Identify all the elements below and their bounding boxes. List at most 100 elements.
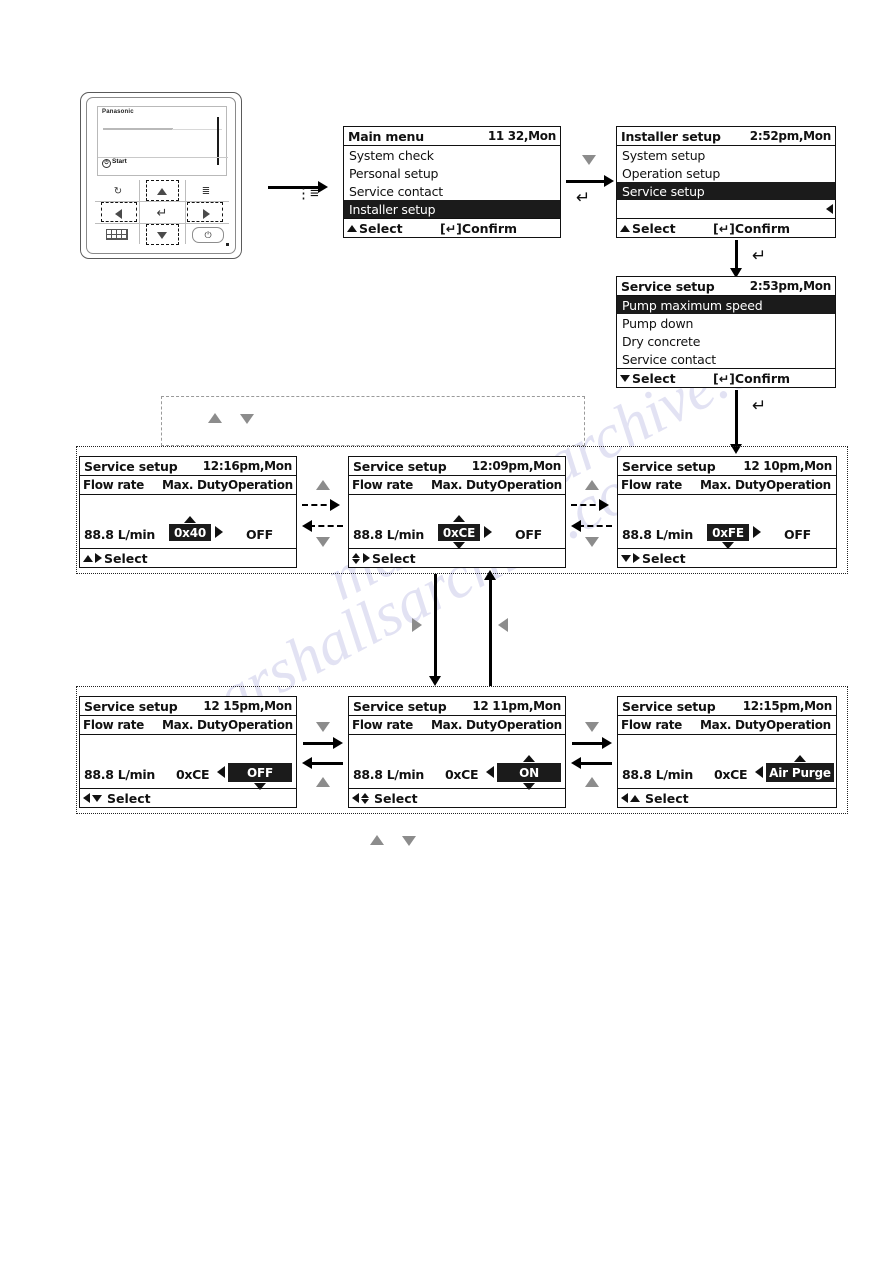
footer-up-arrow-icon — [83, 554, 93, 562]
duty-mid-title: Service setup — [353, 458, 447, 474]
legend-bottom-down-arrow-icon — [402, 836, 416, 846]
back-button[interactable]: ↻ — [107, 184, 129, 198]
main-menu-footer: Select [↵]Confirm — [344, 218, 560, 237]
duty-max-right-arrow-icon — [753, 526, 761, 538]
duty-mid-operation: OFF — [515, 527, 542, 542]
arrow-main-to-installer — [566, 180, 608, 183]
op-conn2-line-left — [578, 762, 612, 765]
duty-conn1-head-right — [330, 499, 340, 511]
col-flow-rate: Flow rate — [352, 478, 414, 492]
col-flow-rate: Flow rate — [621, 718, 683, 732]
duty-conn1-dn-icon — [316, 537, 330, 547]
op-off-footer-select: Select — [80, 791, 151, 806]
installer-item-2[interactable]: Service setup — [617, 182, 835, 200]
op-air-up-arrow-icon — [794, 755, 806, 762]
power-button[interactable]: ⏻ — [192, 227, 224, 243]
col-max-duty: Max. Duty — [431, 478, 497, 492]
col-operation: Operation — [228, 478, 293, 492]
op-conn2-head-right — [602, 737, 612, 749]
main-menu-item-3[interactable]: Installer setup — [344, 200, 560, 218]
op-conn2-dn-icon — [585, 722, 599, 732]
duty-max-footer: Select — [618, 548, 836, 567]
op-air-time: 12:15pm,Mon — [742, 699, 833, 713]
start-row: ⏻ Start — [98, 157, 228, 169]
duty-conn1-head-left — [302, 520, 312, 532]
duty-mid-right-arrow-icon — [484, 526, 492, 538]
grid-button[interactable] — [106, 229, 128, 240]
main-menu-item-2[interactable]: Service contact — [344, 182, 560, 200]
installer-item-0[interactable]: System setup — [617, 146, 835, 164]
col-max-duty: Max. Duty — [431, 718, 497, 732]
installer-time: 2:52pm,Mon — [749, 129, 832, 143]
service-menu-item-3[interactable]: Service contact — [617, 350, 835, 368]
op-off-operation-chip[interactable]: OFF — [228, 763, 292, 782]
footer-right-arrow-icon — [95, 553, 102, 563]
duty-min-max-duty-chip[interactable]: 0x40 — [169, 524, 211, 541]
brand-label: Panasonic — [102, 109, 134, 115]
op-on-values: 88.8 L/min 0xCE ON — [349, 735, 565, 793]
main-menu-time: 11 32,Mon — [487, 129, 556, 143]
arrow-remote-to-main-head — [318, 181, 328, 193]
op-on-footer-select: Select — [349, 791, 418, 806]
col-operation: Operation — [766, 718, 831, 732]
main-menu-item-1[interactable]: Personal setup — [344, 164, 560, 182]
menu-button[interactable]: ≣ — [195, 184, 217, 198]
duty-max-max-duty-chip[interactable]: 0xFE — [707, 524, 749, 541]
installer-scroll-indicator — [820, 204, 833, 214]
service-menu-item-0[interactable]: Pump maximum speed — [617, 296, 835, 314]
op-off-time: 12 15pm,Mon — [203, 699, 292, 713]
op-conn1-dn-icon — [316, 722, 330, 732]
screen-op-off: Service setup 12 15pm,Mon Flow rate Max.… — [79, 696, 297, 808]
legend-down-arrow-icon — [240, 414, 254, 424]
op-air-left-arrow-icon — [755, 766, 763, 778]
duty-mid-max-duty-chip[interactable]: 0xCE — [438, 524, 480, 541]
power-glyph-icon: ⏻ — [102, 159, 111, 168]
installer-footer-select: Select — [617, 221, 676, 236]
arrow-operation-to-duty-head — [484, 570, 496, 580]
duty-max-time: 12 10pm,Mon — [743, 459, 832, 473]
screen-service-setup-menu: Service setup 2:53pm,Mon Pump maximum sp… — [616, 276, 836, 388]
service-menu-footer-select: Select — [617, 371, 676, 386]
service-menu-item-1[interactable]: Pump down — [617, 314, 835, 332]
op-off-footer: Select — [80, 788, 296, 807]
col-flow-rate: Flow rate — [352, 718, 414, 732]
enter-button[interactable]: ↵ — [151, 205, 173, 220]
duty-conn2-dn-icon — [585, 537, 599, 547]
remote-keypad: ↻ ≣ ↵ ⏻ — [95, 180, 229, 248]
op-conn2-head-left — [571, 757, 581, 769]
main-menu-item-0[interactable]: System check — [344, 146, 560, 164]
keypad-divider-v2 — [185, 180, 186, 244]
screen-line-2 — [172, 128, 222, 130]
arrow-main-to-installer-head — [604, 175, 614, 187]
installer-footer: Select [↵]Confirm — [617, 218, 835, 237]
service-menu-footer-confirm: [↵]Confirm — [713, 370, 791, 386]
footer-down-arrow-icon — [621, 554, 631, 562]
op-conn1-head-right — [333, 737, 343, 749]
col-flow-rate: Flow rate — [83, 478, 145, 492]
installer-item-3[interactable] — [617, 200, 835, 218]
duty-min-column-headers: Flow rate Max. Duty Operation — [80, 476, 296, 495]
screen-duty-min: Service setup 12:16pm,Mon Flow rate Max.… — [79, 456, 297, 568]
op-off-max-duty: 0xCE — [176, 767, 210, 782]
op-air-operation-chip[interactable]: Air Purge — [766, 763, 834, 782]
duty-max-title: Service setup — [622, 458, 716, 474]
footer-down-arrow-icon — [620, 374, 630, 382]
op-air-title: Service setup — [622, 698, 716, 714]
remote-control: Panasonic ⏻ Start ↻ ≣ ↵ ⏻ — [80, 92, 242, 259]
footer-left-arrow-icon — [352, 793, 359, 803]
duty-min-right-arrow-icon — [215, 526, 223, 538]
arrow-service-to-duty — [735, 390, 738, 448]
op-conn1-up-icon — [316, 777, 330, 787]
remote-body: Panasonic ⏻ Start ↻ ≣ ↵ ⏻ — [86, 97, 236, 254]
legend-box-upper — [161, 396, 585, 446]
op-air-values: 88.8 L/min 0xCE Air Purge — [618, 735, 836, 793]
highlight-down-key — [146, 224, 179, 245]
duty-mid-footer: Select — [349, 548, 565, 567]
op-air-flow-rate: 88.8 L/min — [622, 767, 693, 782]
service-menu-item-2[interactable]: Dry concrete — [617, 332, 835, 350]
op-on-operation-chip[interactable]: ON — [497, 763, 561, 782]
screen-main-menu: Main menu 11 32,Mon System check Persona… — [343, 126, 561, 238]
op-air-footer-select: Select — [618, 791, 689, 806]
installer-item-1[interactable]: Operation setup — [617, 164, 835, 182]
footer-updown-icon — [361, 792, 369, 804]
